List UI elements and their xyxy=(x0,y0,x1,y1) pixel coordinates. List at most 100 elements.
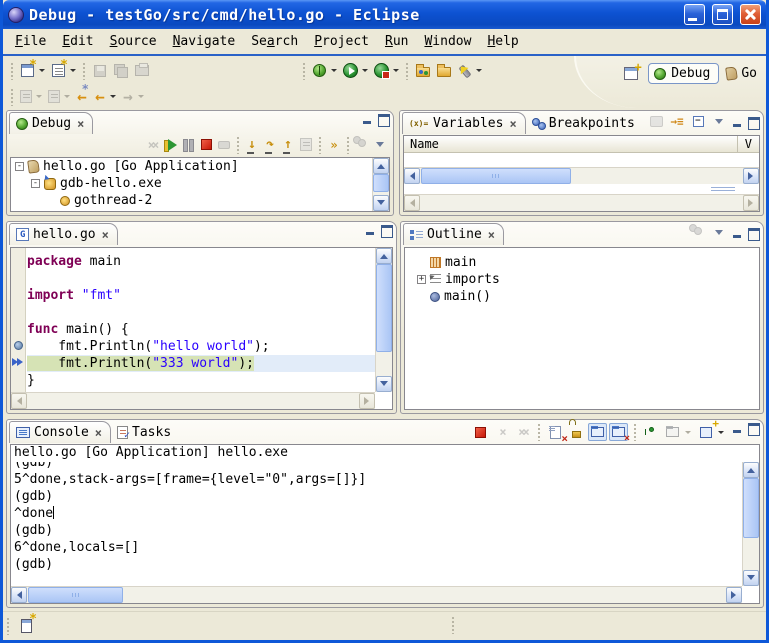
scroll-down-button[interactable] xyxy=(376,376,392,392)
display-selected-console-button[interactable] xyxy=(663,423,682,441)
scrollbar-thumb[interactable] xyxy=(373,174,389,192)
debug-view-menu-button[interactable] xyxy=(371,136,389,153)
column-value[interactable]: V xyxy=(745,136,752,153)
variables-minimize-icon[interactable] xyxy=(731,116,744,128)
column-name[interactable]: Name xyxy=(410,137,439,151)
code-line[interactable]: func main() { xyxy=(27,321,375,338)
scroll-down-button[interactable] xyxy=(373,195,389,211)
code-line[interactable] xyxy=(27,304,375,321)
clear-console-button[interactable] xyxy=(546,423,565,441)
link-with-editor-button[interactable] xyxy=(689,224,707,241)
terminate-button[interactable] xyxy=(197,136,215,153)
tab-outline[interactable]: Outline × xyxy=(403,223,504,245)
tree-row[interactable]: -hello.go [Go Application] xyxy=(11,158,372,175)
console-maximize-icon[interactable] xyxy=(747,422,760,434)
resume-button[interactable] xyxy=(161,136,179,153)
previous-annotation-button[interactable] xyxy=(45,88,63,106)
tree-row[interactable]: - xyxy=(11,209,372,211)
scroll-right-button[interactable] xyxy=(743,168,759,184)
tab-hello-go[interactable]: hello.go × xyxy=(9,223,118,245)
run-launch-button[interactable] xyxy=(340,60,361,81)
remove-terminated-button[interactable]: ×× xyxy=(143,136,161,153)
tree-row[interactable]: -gdb-hello.exe xyxy=(11,175,372,192)
breakpoint-icon[interactable] xyxy=(14,341,23,350)
editor-tab-close-icon[interactable]: × xyxy=(102,229,109,241)
previous-annotation-dropdown[interactable] xyxy=(64,95,70,98)
suspend-button[interactable] xyxy=(179,136,197,153)
step-into-button[interactable]: ↓ xyxy=(243,136,261,153)
code-area[interactable]: package main import "fmt" func main() { … xyxy=(27,248,375,392)
remove-launch-button[interactable]: × xyxy=(492,423,511,441)
menu-item-search[interactable]: Search xyxy=(243,32,306,51)
console-terminate-button[interactable] xyxy=(471,423,490,441)
console-vertical-scrollbar[interactable] xyxy=(742,462,759,586)
maximize-button[interactable] xyxy=(712,4,733,25)
variables-table-header[interactable]: Name V xyxy=(404,136,759,153)
console-tab-close-icon[interactable]: × xyxy=(95,427,102,439)
outline-maximize-icon[interactable] xyxy=(747,227,760,239)
code-line[interactable]: package main xyxy=(27,253,375,270)
display-console-dropdown[interactable] xyxy=(685,431,691,434)
tab-variables[interactable]: Variables × xyxy=(402,112,526,134)
scroll-up-button[interactable] xyxy=(376,248,392,264)
code-line[interactable]: fmt.Println("333 world"); xyxy=(27,355,375,372)
new-wizard-button[interactable] xyxy=(17,60,38,81)
debug-vertical-scrollbar[interactable] xyxy=(372,158,389,211)
title-bar[interactable]: Debug - testGo/src/cmd/hello.go - Eclips… xyxy=(3,0,766,29)
save-all-button[interactable] xyxy=(110,60,131,81)
show-stdout-button[interactable] xyxy=(588,423,607,441)
menu-item-run[interactable]: Run xyxy=(377,32,416,51)
scrollbar-thumb[interactable] xyxy=(376,264,392,352)
perspective-go-button[interactable]: Go xyxy=(726,66,757,81)
variables-view-menu-button[interactable] xyxy=(710,113,728,130)
column-divider[interactable] xyxy=(737,136,738,152)
scroll-left-button[interactable] xyxy=(11,587,27,603)
scroll-up-button[interactable] xyxy=(743,462,759,478)
fast-view-icon[interactable] xyxy=(21,619,32,633)
status-grip[interactable] xyxy=(6,617,10,635)
outline-minimize-icon[interactable] xyxy=(731,227,744,239)
expander-icon[interactable]: + xyxy=(417,275,426,284)
scroll-left-button[interactable] xyxy=(404,195,420,211)
scrollbar-thumb[interactable] xyxy=(421,168,571,184)
instruction-pointer-icon[interactable] xyxy=(12,358,24,367)
open-console-button[interactable] xyxy=(696,423,715,441)
outline-tab-close-icon[interactable]: × xyxy=(488,229,495,241)
print-button[interactable] xyxy=(131,60,152,81)
toolbar-grip[interactable] xyxy=(10,88,14,106)
tab-breakpoints[interactable]: Breakpoints xyxy=(526,113,643,134)
variables-tab-close-icon[interactable]: × xyxy=(509,118,516,130)
scroll-right-button[interactable] xyxy=(726,587,742,603)
new-wizard-dropdown[interactable] xyxy=(39,69,45,72)
open-resource-button[interactable] xyxy=(412,60,433,81)
toolbar-grip[interactable] xyxy=(10,62,14,80)
code-line[interactable]: } xyxy=(27,372,375,389)
editor-vertical-scrollbar[interactable] xyxy=(375,248,392,392)
editor-horizontal-scrollbar[interactable] xyxy=(11,392,375,409)
detail-pane-scrollbar[interactable] xyxy=(404,194,759,211)
show-type-names-button[interactable] xyxy=(647,113,665,130)
console-text-area[interactable]: (gdb)5^done,stack-args=[frame={level="0"… xyxy=(11,462,742,586)
menu-item-source[interactable]: Source xyxy=(102,32,165,51)
tab-debug[interactable]: Debug × xyxy=(9,112,93,134)
expander-icon[interactable]: - xyxy=(31,179,40,188)
menu-item-help[interactable]: Help xyxy=(479,32,526,51)
forward-button[interactable]: → xyxy=(119,88,137,106)
debug-minimize-icon[interactable] xyxy=(361,113,374,125)
debug-launch-dropdown[interactable] xyxy=(331,69,337,72)
open-console-dropdown[interactable] xyxy=(718,431,724,434)
new-element-button[interactable] xyxy=(48,60,69,81)
scroll-left-button[interactable] xyxy=(11,393,27,409)
menu-item-navigate[interactable]: Navigate xyxy=(165,32,244,51)
scroll-right-button[interactable] xyxy=(359,393,375,409)
tree-row[interactable]: +imports xyxy=(413,271,759,288)
pin-console-button[interactable] xyxy=(642,423,661,441)
scroll-up-button[interactable] xyxy=(373,158,389,174)
new-element-dropdown[interactable] xyxy=(70,69,76,72)
collapse-all-button[interactable]: − xyxy=(689,113,707,130)
show-logical-structure-button[interactable]: →≡ xyxy=(668,113,686,130)
save-button[interactable] xyxy=(89,60,110,81)
close-button[interactable] xyxy=(740,4,761,25)
menu-item-edit[interactable]: Edit xyxy=(54,32,101,51)
remove-all-launches-button[interactable]: ×× xyxy=(513,423,532,441)
